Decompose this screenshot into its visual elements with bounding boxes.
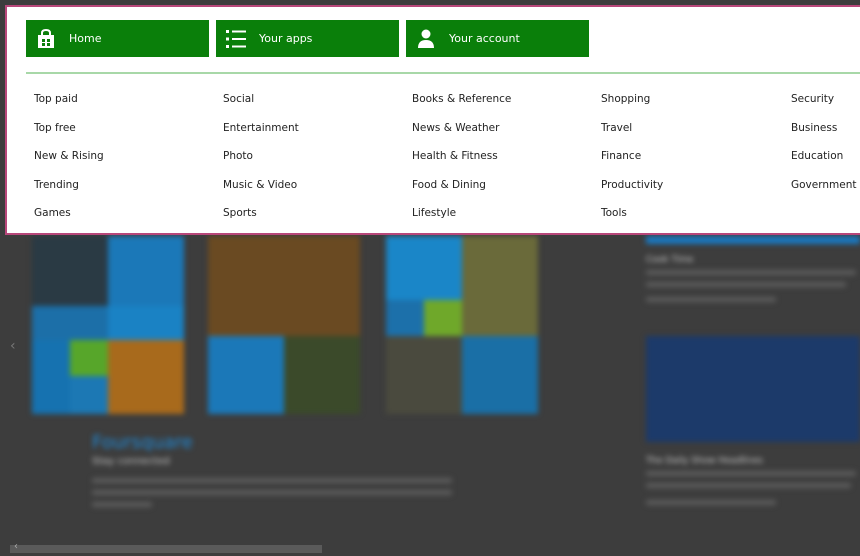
app-tile — [70, 340, 108, 376]
home-button-label: Home — [69, 32, 102, 45]
scroll-left-icon[interactable]: ‹ — [10, 338, 22, 360]
category-link-sports[interactable]: Sports — [223, 205, 299, 234]
your-account-button-label: Your account — [449, 32, 520, 45]
category-link-news-weather[interactable]: News & Weather — [412, 120, 511, 149]
divider — [26, 72, 860, 74]
category-link-government[interactable]: Government — [791, 177, 856, 206]
category-link-top-paid[interactable]: Top paid — [34, 91, 104, 120]
app-tile — [32, 306, 108, 340]
category-link-entertainment[interactable]: Entertainment — [223, 120, 299, 149]
app-tile — [462, 236, 538, 336]
scrollbar-left-arrow-icon[interactable]: ‹ — [14, 541, 18, 552]
shopping-bag-icon — [35, 28, 57, 50]
category-link-books-reference[interactable]: Books & Reference — [412, 91, 511, 120]
app-tile — [386, 236, 462, 300]
text-line — [646, 500, 776, 505]
app-tile — [208, 236, 360, 336]
app-tile — [462, 336, 538, 414]
card-image — [646, 236, 860, 244]
category-link-top-free[interactable]: Top free — [34, 120, 104, 149]
category-link-food-dining[interactable]: Food & Dining — [412, 177, 511, 206]
category-link-games[interactable]: Games — [34, 205, 104, 234]
category-link-education[interactable]: Education — [791, 148, 856, 177]
app-tile — [70, 376, 108, 414]
text-line — [646, 282, 846, 287]
navigation-flyout: Home Your apps Your account Top paid Top… — [5, 5, 860, 235]
text-line — [646, 270, 856, 275]
your-apps-button[interactable]: Your apps — [216, 20, 399, 57]
text-line — [646, 483, 851, 488]
category-column: Shopping Travel Finance Productivity Too… — [601, 91, 663, 234]
category-link-trending[interactable]: Trending — [34, 177, 104, 206]
text-line — [646, 471, 856, 476]
category-link-tools[interactable]: Tools — [601, 205, 663, 234]
category-link-social[interactable]: Social — [223, 91, 299, 120]
text-line — [92, 490, 452, 495]
text-line — [92, 478, 452, 483]
category-column: Social Entertainment Photo Music & Video… — [223, 91, 299, 234]
category-link-shopping[interactable]: Shopping — [601, 91, 663, 120]
featured-app-title: Foursquare — [92, 432, 193, 453]
category-column: Top paid Top free New & Rising Trending … — [34, 91, 104, 234]
category-grid: Top paid Top free New & Rising Trending … — [34, 91, 860, 231]
app-tile — [284, 336, 360, 414]
category-column: Books & Reference News & Weather Health … — [412, 91, 511, 234]
card-title: The Daily Show Headlines — [646, 456, 763, 466]
category-link-business[interactable]: Business — [791, 120, 856, 149]
app-tile — [208, 336, 284, 414]
app-tile — [32, 236, 108, 306]
category-column: Security Business Education Government — [791, 91, 856, 205]
card-image — [646, 336, 860, 442]
home-button[interactable]: Home — [26, 20, 209, 57]
category-link-music-video[interactable]: Music & Video — [223, 177, 299, 206]
category-link-new-rising[interactable]: New & Rising — [34, 148, 104, 177]
category-link-health-fitness[interactable]: Health & Fitness — [412, 148, 511, 177]
category-link-travel[interactable]: Travel — [601, 120, 663, 149]
category-link-photo[interactable]: Photo — [223, 148, 299, 177]
person-icon — [415, 28, 437, 50]
app-tile — [108, 306, 184, 340]
featured-app-subtitle: Stay connected — [92, 456, 170, 467]
app-tile — [32, 340, 70, 414]
text-line — [92, 502, 152, 507]
your-apps-button-label: Your apps — [259, 32, 313, 45]
category-link-productivity[interactable]: Productivity — [601, 177, 663, 206]
app-tile — [108, 236, 184, 306]
category-link-finance[interactable]: Finance — [601, 148, 663, 177]
app-tile — [386, 300, 424, 336]
horizontal-scrollbar[interactable] — [10, 545, 322, 553]
app-tile — [386, 336, 462, 414]
category-link-security[interactable]: Security — [791, 91, 856, 120]
card-title: Cook Time — [646, 255, 694, 265]
category-link-lifestyle[interactable]: Lifestyle — [412, 205, 511, 234]
app-tile — [424, 300, 462, 336]
text-line — [646, 297, 776, 302]
list-icon — [225, 28, 247, 50]
your-account-button[interactable]: Your account — [406, 20, 589, 57]
app-tile — [108, 340, 184, 414]
